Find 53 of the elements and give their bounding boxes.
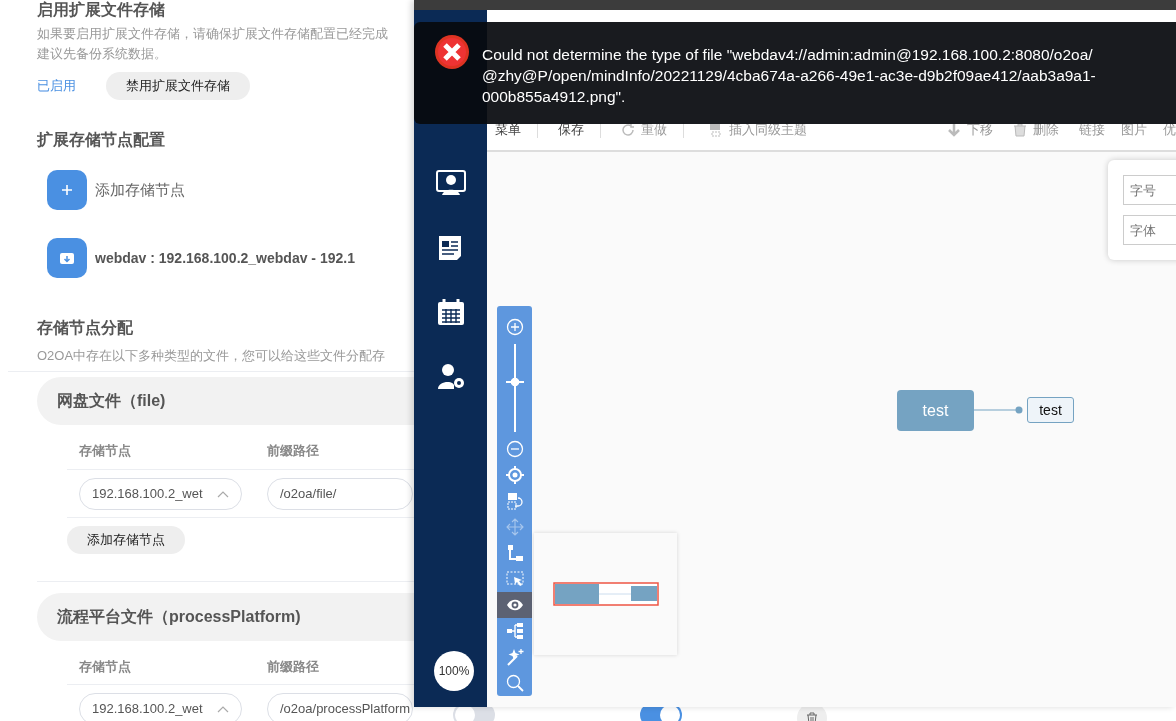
plus-icon: [61, 184, 73, 196]
disable-button[interactable]: 禁用扩展文件存储: [106, 72, 250, 100]
column-header: 前缀路径: [267, 442, 319, 460]
toolbar-button[interactable]: 菜单: [495, 120, 521, 140]
zoom-slider[interactable]: [504, 343, 525, 433]
description-text: 建议先备份系统数据。: [37, 45, 168, 63]
zoom-level-label: 100%: [434, 651, 474, 691]
magic-wand-icon[interactable]: [505, 648, 524, 666]
caret-up-icon: [217, 705, 229, 713]
select-cursor-icon[interactable]: [505, 570, 524, 589]
column-header: 存储节点: [79, 442, 132, 460]
target-icon[interactable]: [505, 466, 524, 485]
node-select[interactable]: 192.168.100.2_wet: [79, 693, 242, 721]
user-gear-icon[interactable]: [436, 362, 465, 390]
format-field[interactable]: 字体: [1123, 215, 1176, 245]
add-node-button[interactable]: 添加存储节点: [67, 525, 185, 554]
trash-icon[interactable]: [806, 711, 818, 721]
section-title: 启用扩展文件存储: [37, 0, 166, 20]
user-monitor-icon[interactable]: [435, 170, 466, 198]
description-text: 如果要启用扩展文件存储，请确保扩展文件存储配置已经完成: [37, 25, 389, 43]
drive-icon: [59, 251, 75, 265]
prefix-field[interactable]: /o2oa/file/: [267, 477, 413, 510]
tree-layout-icon[interactable]: [505, 544, 524, 563]
toolbar-button[interactable]: 保存: [558, 120, 584, 140]
child-topic[interactable]: test: [1027, 397, 1074, 423]
node-select[interactable]: 192.168.100.2_wet: [79, 477, 242, 510]
caret-up-icon: [217, 489, 229, 498]
error-message: Could not determine the type of file "webdav4://admin:admin@192.168.100.2:8080/o2oa/ @zhy@P/open/mindInfo/20221129/4cba674a-a266-49e1-ac3e-d9b2f09ae412/aab3a9a1- 000b855a4912.png".: [482, 45, 1096, 107]
add-node-button[interactable]: [47, 170, 87, 210]
trash-icon: [1013, 123, 1027, 137]
format-field[interactable]: 字号: [1123, 175, 1176, 205]
column-header: 存储节点: [79, 657, 132, 676]
storage-node-name[interactable]: webdav : 192.168.100.2_webdav - 192.1: [95, 247, 355, 269]
calendar-icon[interactable]: [436, 298, 465, 326]
prefix-field[interactable]: /o2oa/processPlatform: [267, 693, 413, 721]
arrow-down-icon: [947, 123, 961, 137]
redo-icon: [621, 123, 635, 137]
search-icon[interactable]: [505, 673, 524, 692]
group-header: 流程平台文件（processPlatform): [37, 592, 414, 641]
add-node-label[interactable]: 添加存储节点: [95, 178, 185, 202]
node-swap-icon[interactable]: [505, 492, 524, 511]
connector-line: [974, 406, 1024, 414]
column-header: 前缀路径: [267, 657, 319, 676]
zoom-in-icon[interactable]: [505, 317, 524, 336]
group-header: 网盘文件（file): [37, 377, 414, 425]
error-icon: [434, 34, 470, 70]
description-text: O2OA中存在以下多种类型的文件，您可以给这些文件分配存: [37, 347, 387, 365]
section-title: 存储节点分配: [37, 318, 134, 338]
zoom-out-icon[interactable]: [505, 440, 524, 459]
structure-icon[interactable]: [505, 622, 524, 641]
status-link[interactable]: 已启用: [37, 76, 76, 96]
section-title: 扩展存储节点配置: [37, 130, 166, 150]
insert-sibling-icon: [709, 123, 723, 137]
